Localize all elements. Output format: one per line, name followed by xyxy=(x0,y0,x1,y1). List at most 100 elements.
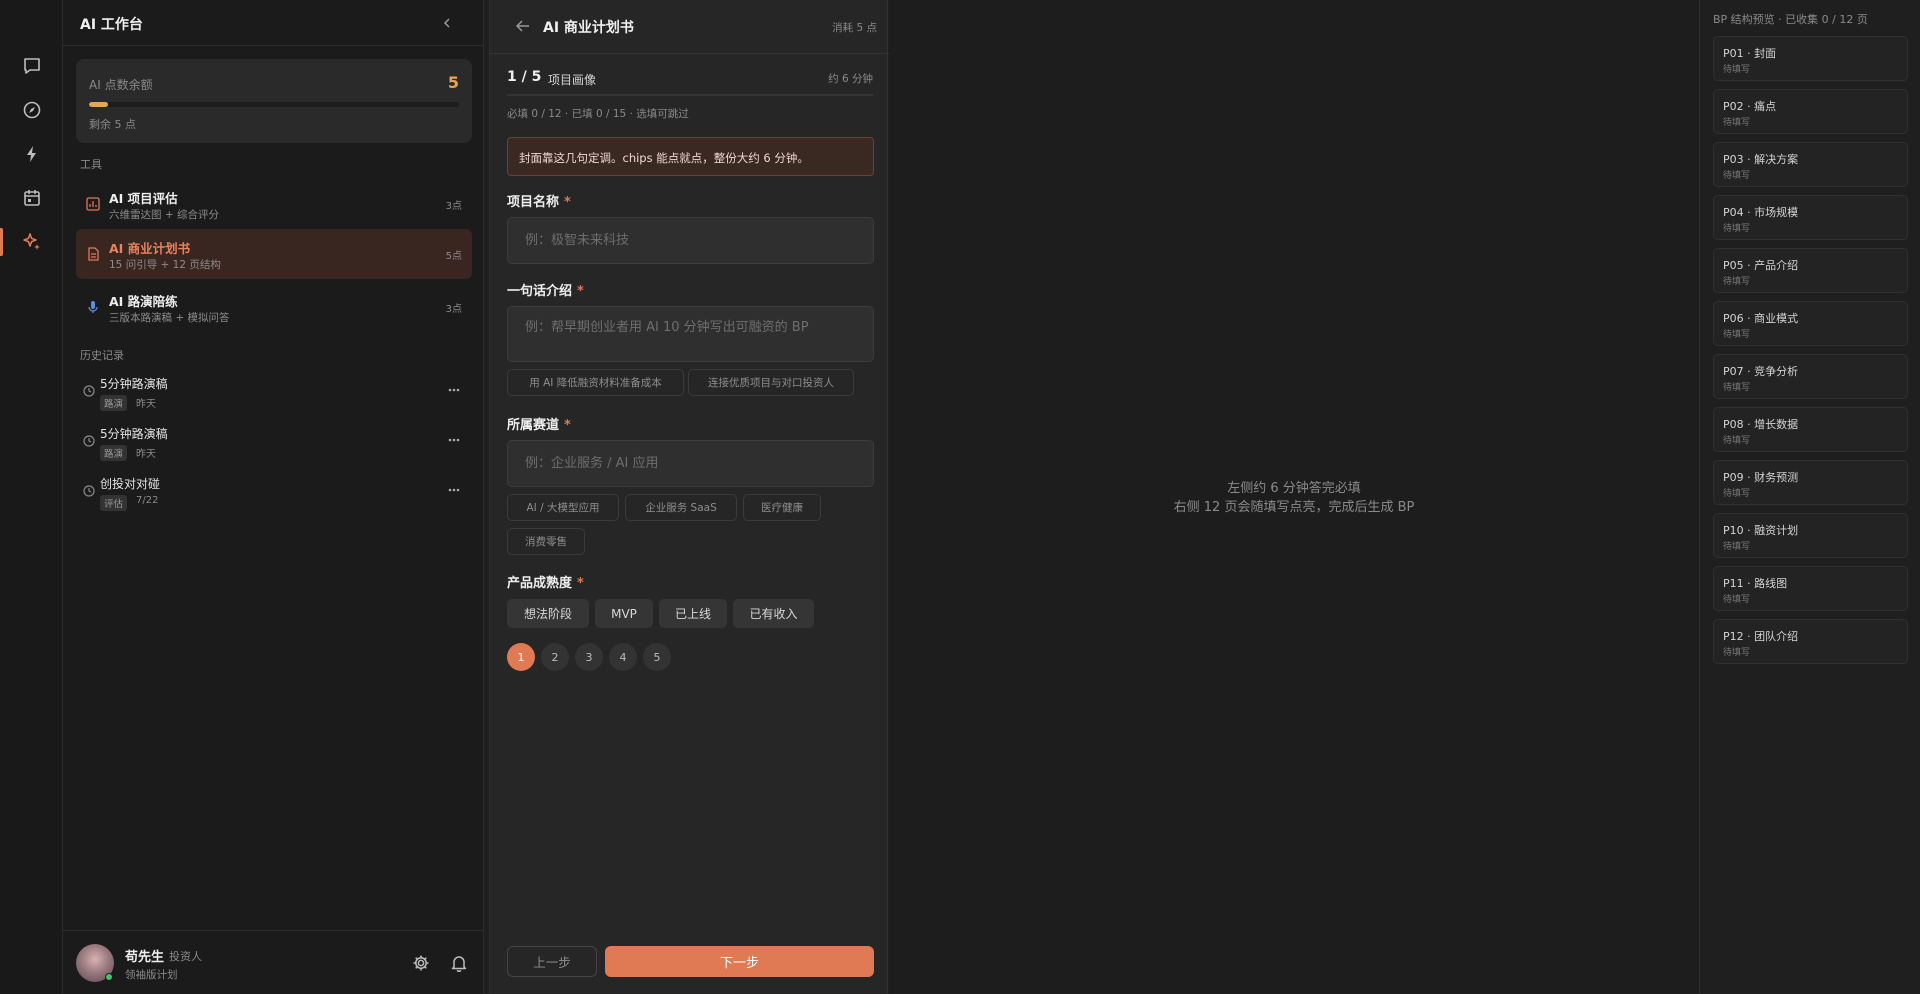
tip-text: 封面靠这几句定调。chips 能点就点，整份大约 6 分钟。 xyxy=(519,151,809,165)
history-time: 昨天 xyxy=(136,449,156,460)
notification-bell-icon[interactable] xyxy=(449,953,469,973)
back-arrow-icon[interactable] xyxy=(514,17,532,35)
tool-business-plan[interactable]: AI 商业计划书 15 问引导 + 12 页结构 5点 xyxy=(76,229,472,279)
history-name: 5分钟路演稿 xyxy=(100,377,168,391)
outline-page-title: P11 · 路线图 xyxy=(1723,577,1788,590)
maturity-label: 产品成熟度 * xyxy=(507,572,584,591)
outline-page-status: 待填写 xyxy=(1723,595,1751,605)
fill-progress-text: 必填 0 / 12 · 已填 0 / 15 · 选填可跳过 xyxy=(507,108,689,120)
settings-gear-icon[interactable] xyxy=(411,953,431,973)
outline-page-title: P05 · 产品介绍 xyxy=(1723,259,1799,272)
label-text: 项目名称 xyxy=(507,195,560,210)
track-suggestion-chip[interactable]: 企业服务 SaaS xyxy=(625,494,737,521)
maturity-option[interactable]: 想法阶段 xyxy=(507,599,589,628)
track-suggestion-chip[interactable]: 医疗健康 xyxy=(743,494,821,521)
label-text: 一句话介绍 xyxy=(507,284,573,299)
preview-empty-line-2: 右侧 12 页会随填写点亮，完成后生成 BP xyxy=(1173,500,1415,515)
user-role: 投资人 xyxy=(169,950,202,963)
bp-preview-area: 左侧约 6 分钟答完必填 右侧 12 页会随填写点亮，完成后生成 BP xyxy=(889,0,1699,994)
compass-icon[interactable] xyxy=(18,96,46,124)
required-mark: * xyxy=(577,284,584,299)
maturity-option[interactable]: 已上线 xyxy=(659,599,727,628)
step-dot-5[interactable]: 5 xyxy=(643,643,671,671)
more-options-icon[interactable] xyxy=(446,382,462,398)
credit-progress-fill xyxy=(89,102,108,107)
history-item[interactable]: 5分钟路演稿 路演 昨天 xyxy=(76,418,472,464)
tool-name: AI 路演陪练 xyxy=(109,294,178,309)
step-dot-1[interactable]: 1 xyxy=(507,643,535,671)
collapse-chevron-icon[interactable] xyxy=(438,14,456,32)
user-name: 苟先生 xyxy=(125,950,165,965)
outline-page-card[interactable]: P08 · 增长数据 待填写 xyxy=(1713,407,1908,452)
maturity-option[interactable]: 已有收入 xyxy=(733,599,814,628)
calendar-icon[interactable] xyxy=(18,184,46,212)
tool-desc: 三版本路演稿 + 模拟问答 xyxy=(109,312,230,324)
outline-page-title: P07 · 竞争分析 xyxy=(1723,365,1799,378)
project-name-input[interactable] xyxy=(507,217,874,264)
outline-page-card[interactable]: P06 · 商业模式 待填写 xyxy=(1713,301,1908,346)
tip-banner: 封面靠这几句定调。chips 能点就点，整份大约 6 分钟。 xyxy=(507,137,874,176)
business-plan-form: AI 商业计划书 消耗 5 点 1 / 5 项目画像 约 6 分钟 必填 0 /… xyxy=(489,0,889,994)
tool-pitch-practice[interactable]: AI 路演陪练 三版本路演稿 + 模拟问答 3点 xyxy=(76,282,472,332)
intro-suggestion-chip[interactable]: 用 AI 降低融资材料准备成本 xyxy=(507,369,684,396)
more-options-icon[interactable] xyxy=(446,482,462,498)
sidebar-title: AI 工作台 xyxy=(80,17,143,33)
outline-page-title: P12 · 团队介绍 xyxy=(1723,630,1799,643)
outline-page-title: P01 · 封面 xyxy=(1723,47,1777,60)
lightning-icon[interactable] xyxy=(18,140,46,168)
outline-heading: BP 结构预览 · 已收集 0 / 12 页 xyxy=(1713,13,1868,26)
outline-page-card[interactable]: P05 · 产品介绍 待填写 xyxy=(1713,248,1908,293)
tool-cost: 3点 xyxy=(445,304,462,315)
outline-page-card[interactable]: P03 · 解决方案 待填写 xyxy=(1713,142,1908,187)
sidebar-header: AI 工作台 xyxy=(63,0,484,46)
sparkle-icon[interactable] xyxy=(18,228,46,256)
required-mark: * xyxy=(564,195,571,210)
step-dot-4[interactable]: 4 xyxy=(609,643,637,671)
tool-desc: 六维雷达图 + 综合评分 xyxy=(109,209,219,221)
outline-page-card[interactable]: P09 · 财务预测 待填写 xyxy=(1713,460,1908,505)
intro-label: 一句话介绍 * xyxy=(507,280,584,299)
history-name: 5分钟路演稿 xyxy=(100,427,168,441)
outline-page-card[interactable]: P07 · 竞争分析 待填写 xyxy=(1713,354,1908,399)
track-suggestion-chip[interactable]: 消费零售 xyxy=(507,528,585,555)
app-window: AI 工作台 AI 点数余额 5 剩余 5 点 工具 AI 项目评估 六维雷达图… xyxy=(0,0,1920,994)
step-dot-3[interactable]: 3 xyxy=(575,643,603,671)
history-item[interactable]: 5分钟路演稿 路演 昨天 xyxy=(76,368,472,414)
step-dot-2[interactable]: 2 xyxy=(541,643,569,671)
history-tag: 路演 xyxy=(100,395,128,411)
track-suggestion-chip[interactable]: AI / 大模型应用 xyxy=(507,494,619,521)
outline-page-card[interactable]: P04 · 市场规模 待填写 xyxy=(1713,195,1908,240)
tool-project-evaluation[interactable]: AI 项目评估 六维雷达图 + 综合评分 3点 xyxy=(76,179,472,229)
clock-icon xyxy=(83,385,95,397)
outline-page-status: 待填写 xyxy=(1723,171,1751,181)
outline-page-title: P02 · 痛点 xyxy=(1723,100,1777,113)
label-text: 所属赛道 xyxy=(507,418,560,433)
avatar[interactable] xyxy=(76,944,114,982)
outline-page-title: P03 · 解决方案 xyxy=(1723,153,1799,166)
outline-page-status: 待填写 xyxy=(1723,277,1751,287)
history-time: 昨天 xyxy=(136,399,156,410)
outline-page-card[interactable]: P11 · 路线图 待填写 xyxy=(1713,566,1908,611)
more-options-icon[interactable] xyxy=(446,432,462,448)
outline-page-title: P06 · 商业模式 xyxy=(1723,312,1799,325)
outline-page-card[interactable]: P12 · 团队介绍 待填写 xyxy=(1713,619,1908,664)
outline-page-status: 待填写 xyxy=(1723,383,1751,393)
intro-suggestion-chip[interactable]: 连接优质项目与对口投资人 xyxy=(688,369,854,396)
history-item[interactable]: 创投对对碰 评估 7/22 xyxy=(76,468,472,514)
track-label: 所属赛道 * xyxy=(507,414,571,433)
outline-page-card[interactable]: P02 · 痛点 待填写 xyxy=(1713,89,1908,134)
intro-textarea[interactable] xyxy=(507,306,874,362)
history-name: 创投对对碰 xyxy=(100,477,161,491)
previous-step-button[interactable]: 上一步 xyxy=(507,946,597,977)
track-input[interactable] xyxy=(507,440,874,487)
chat-icon[interactable] xyxy=(18,52,46,80)
document-icon xyxy=(84,245,102,263)
outline-page-card[interactable]: P10 · 融资计划 待填写 xyxy=(1713,513,1908,558)
next-step-button[interactable]: 下一步 xyxy=(605,946,874,977)
outline-page-status: 待填写 xyxy=(1723,224,1751,234)
maturity-option[interactable]: MVP xyxy=(595,599,653,628)
clock-icon xyxy=(83,435,95,447)
tools-heading: 工具 xyxy=(80,158,102,171)
outline-page-status: 待填写 xyxy=(1723,436,1751,446)
outline-page-card[interactable]: P01 · 封面 待填写 xyxy=(1713,36,1908,81)
